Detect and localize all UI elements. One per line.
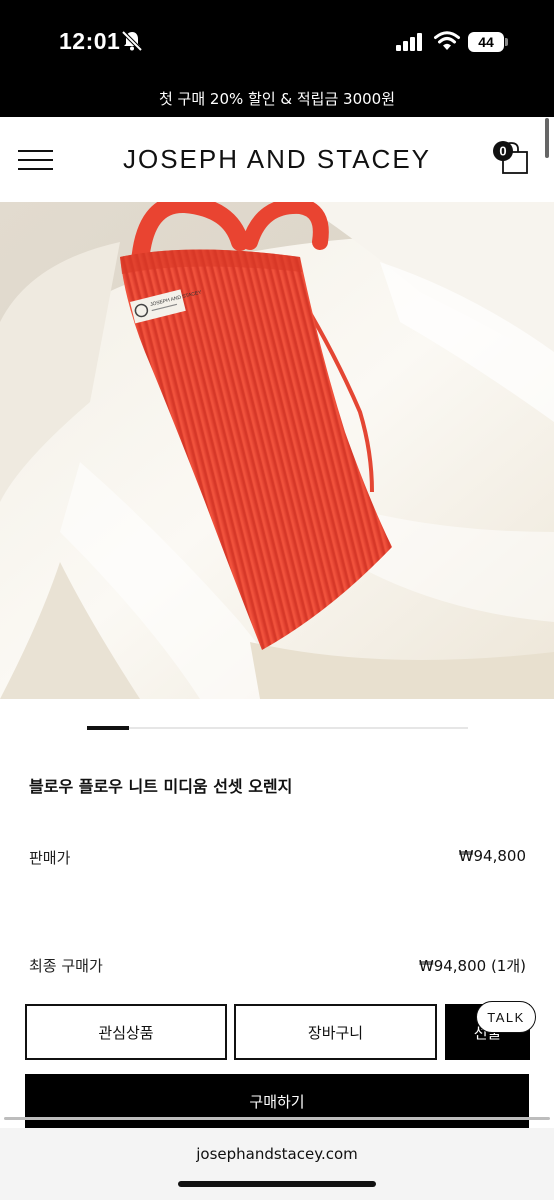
browser-address-bar[interactable]: josephandstacey.com	[0, 1128, 554, 1200]
cart-count: 0	[499, 144, 506, 159]
talk-chat-button[interactable]: TALK	[476, 1001, 536, 1033]
battery-level: 44	[468, 32, 504, 52]
final-price-value: ₩94,800 (1개)	[418, 957, 526, 975]
wifi-icon	[434, 31, 460, 50]
cart-icon[interactable]: 0	[491, 139, 531, 175]
status-and-promo: 12:01 44 첫 구매 20% 할인 & 적립금 3000원	[0, 0, 554, 117]
image-slider-active-indicator	[87, 726, 129, 730]
silent-bell-icon	[121, 30, 143, 52]
image-slider-track[interactable]	[87, 727, 468, 729]
site-header: JOSEPH AND STACEY 0	[0, 117, 554, 202]
signal-icon	[396, 33, 422, 51]
add-to-cart-button[interactable]: 장바구니	[234, 1004, 437, 1060]
price-value: ₩94,800	[458, 847, 526, 865]
browser-url[interactable]: josephandstacey.com	[0, 1145, 554, 1163]
battery-icon: 44	[468, 32, 508, 52]
site-logo[interactable]: JOSEPH AND STACEY	[0, 144, 554, 175]
page-scrollbar[interactable]	[545, 118, 549, 158]
product-image[interactable]: JOSEPH AND STACEY	[0, 202, 554, 699]
wishlist-button[interactable]: 관심상품	[25, 1004, 227, 1060]
price-label: 판매가	[29, 849, 71, 867]
scroll-indicator	[4, 1117, 550, 1120]
product-title: 블로우 플로우 니트 미디움 선셋 오렌지	[29, 777, 293, 796]
home-indicator[interactable]	[178, 1181, 376, 1187]
promo-banner[interactable]: 첫 구매 20% 할인 & 적립금 3000원	[0, 88, 554, 109]
final-price-label: 최종 구매가	[29, 957, 103, 975]
status-time: 12:01	[59, 28, 121, 54]
product-photo-illustration: JOSEPH AND STACEY	[0, 202, 554, 699]
